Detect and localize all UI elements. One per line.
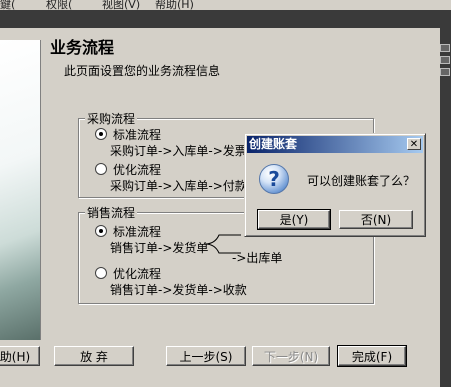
scroll-mark-icon <box>440 68 450 76</box>
menu-item[interactable]: 视图(V) <box>102 0 140 10</box>
page-title: 业务流程 <box>50 38 115 57</box>
sales-standard-branch: ->出库单 <box>232 251 283 265</box>
sales-optimized-flow: 销售订单->发货单->收款 <box>110 283 247 297</box>
close-icon[interactable]: ✕ <box>407 138 421 150</box>
radio-checked-icon[interactable] <box>95 128 107 140</box>
dialog-message: 可以创建账套了么？ <box>307 174 416 188</box>
question-icon: ? <box>259 164 289 194</box>
radio-unchecked-icon[interactable] <box>95 267 107 279</box>
sales-standard-radio[interactable]: 标准流程 <box>95 223 161 240</box>
dialog-titlebar[interactable]: 创建账套 ✕ <box>247 136 423 153</box>
sales-optimized-radio[interactable]: 优化流程 <box>95 265 161 282</box>
prev-button[interactable]: 上一步(S) <box>166 346 246 366</box>
radio-unchecked-icon[interactable] <box>95 163 107 175</box>
menubar: 鍵( 权限( 视图(V) 帮助(H) <box>0 0 451 10</box>
radio-label: 优化流程 <box>113 163 162 177</box>
purchase-standard-flow: 采购订单->入库单->发票 <box>110 144 247 158</box>
window-edge <box>0 10 451 28</box>
dialog-title: 创建账套 <box>249 137 298 151</box>
radio-label: 标准流程 <box>113 225 162 239</box>
purchase-optimized-radio[interactable]: 优化流程 <box>95 161 161 178</box>
page-description: 此页面设置您的业务流程信息 <box>64 64 221 78</box>
radio-label: 标准流程 <box>113 128 162 142</box>
menu-item[interactable]: 帮助(H) <box>155 0 194 10</box>
radio-label: 优化流程 <box>113 267 162 281</box>
confirm-dialog: 创建账套 ✕ ? 可以创建账套了么？ 是(Y) 否(N) <box>244 133 426 237</box>
radio-checked-icon[interactable] <box>95 225 107 237</box>
wizard-side-image <box>0 40 41 340</box>
help-button[interactable]: 助(H) <box>0 346 40 366</box>
finish-button[interactable]: 完成(F) <box>337 345 407 367</box>
next-button[interactable]: 下一步(N) <box>252 346 330 366</box>
no-button[interactable]: 否(N) <box>339 210 413 229</box>
sales-standard-flow: 销售订单->发货单 <box>110 241 209 255</box>
purchase-optimized-flow: 采购订单->入库单->付款 <box>110 179 247 193</box>
window-edge-right <box>440 10 451 387</box>
sales-flow-label: 销售流程 <box>85 204 138 221</box>
purchase-flow-label: 采购流程 <box>85 110 138 127</box>
scroll-mark-icon <box>440 44 450 52</box>
cancel-button[interactable]: 放 弃 <box>54 346 134 366</box>
scroll-mark-icon <box>440 56 450 64</box>
menu-item[interactable]: 权限( <box>46 0 72 10</box>
menu-item[interactable]: 鍵( <box>0 0 15 10</box>
purchase-standard-radio[interactable]: 标准流程 <box>95 126 161 143</box>
yes-button[interactable]: 是(Y) <box>257 209 331 230</box>
